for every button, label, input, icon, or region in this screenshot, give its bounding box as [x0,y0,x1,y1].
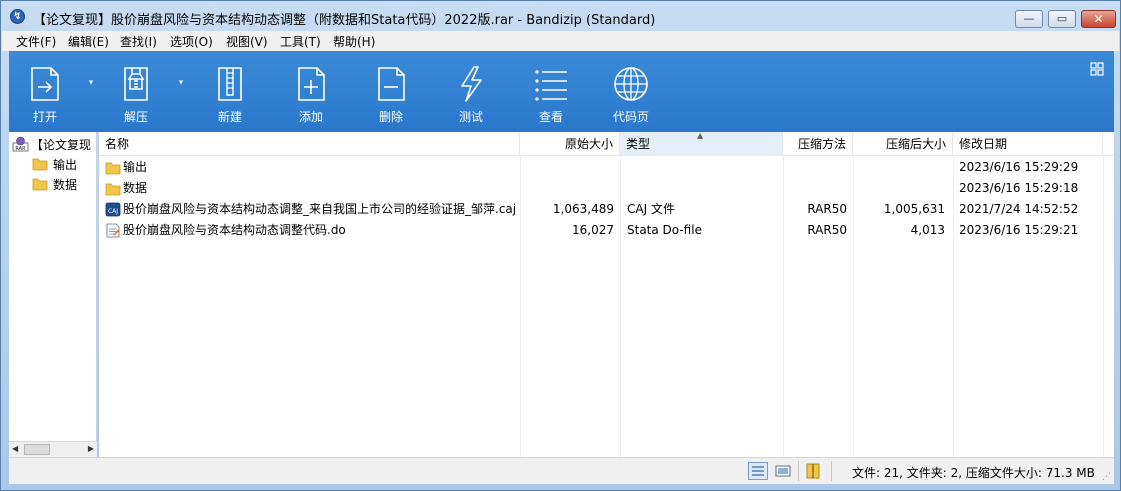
menu-bar: 文件(F) 编辑(E) 查找(I) 选项(O) 视图(V) 工具(T) 帮助(H… [2,31,1119,51]
status-separator [831,461,832,481]
column-compressed-size[interactable]: 压缩后大小 [853,132,953,156]
globe-icon [614,67,648,101]
codepage-label: 代码页 [612,110,649,124]
minimize-icon: — [1023,12,1035,25]
table-row[interactable]: 股价崩盘风险与资本结构动态调整代码.do 16,027 Stata Do-fil… [99,220,1114,241]
new-button[interactable]: 新建 [195,51,265,132]
tree-root-label: 【论文复现 [31,138,92,152]
test-button[interactable]: 测试 [436,51,506,132]
file-packed-size: 4,013 [910,223,945,237]
scroll-left-arrow-icon[interactable]: ◀ [12,444,18,453]
menu-file[interactable]: 文件(F) [16,33,56,50]
folder-icon [105,183,121,196]
tree-horizontal-scrollbar[interactable]: ◀ ▶ [9,441,97,457]
extract-label: 解压 [123,110,148,124]
file-method: RAR50 [807,202,847,216]
file-name: 输出 [123,160,148,174]
scroll-right-arrow-icon[interactable]: ▶ [88,444,94,453]
close-icon: ✕ [1093,12,1104,26]
menu-help[interactable]: 帮助(H) [333,33,375,50]
view-button[interactable]: 查看 [516,51,586,132]
folder-icon [32,178,48,191]
new-label: 新建 [217,110,242,124]
add-button[interactable]: 添加 [276,51,346,132]
title-bar[interactable]: ↯ 【论文复现】股价崩盘风险与资本结构动态调整（附数据和Stata代码）2022… [1,1,1120,31]
layout-grid-icon[interactable] [1090,62,1104,76]
file-date: 2023/6/16 15:29:18 [959,181,1079,195]
rar-archive-icon: RAR [12,136,29,152]
file-date: 2023/6/16 15:29:29 [959,160,1079,174]
menu-options[interactable]: 选项(O) [170,33,213,50]
caj-file-icon: CAJ [105,202,121,217]
table-row[interactable]: CAJ 股价崩盘风险与资本结构动态调整_来自我国上市公司的经验证据_邹萍.caj… [99,199,1114,220]
file-date: 2021/7/24 14:52:52 [959,202,1079,216]
table-row[interactable]: 数据 2023/6/16 15:29:18 [99,178,1114,199]
test-lightning-icon [461,66,482,102]
open-label: 打开 [32,110,57,124]
open-archive-icon [31,67,59,101]
toolbar: 打开 ▾ 解压 ▾ 新建 添加 删除 测试 查看 代码页 [9,51,1114,132]
svg-text:RAR: RAR [15,146,26,152]
column-original-size[interactable]: 原始大小 [520,132,620,156]
menu-tools[interactable]: 工具(T) [280,33,321,50]
bandizip-app-icon[interactable]: ↯ [10,9,25,24]
do-file-icon [106,223,120,238]
file-packed-size: 1,005,631 [883,202,945,216]
add-label: 添加 [298,110,323,124]
delete-label: 删除 [378,110,403,124]
new-archive-icon [218,67,242,101]
extract-zipper-icon [124,67,148,101]
file-original-size: 16,027 [572,223,614,237]
status-summary: 文件: 21, 文件夹: 2, 压缩文件大小: 71.3 MB [852,466,1095,480]
file-original-size: 1,063,489 [552,202,614,216]
file-type: Stata Do-file [627,223,702,237]
column-header-row: 名称 原始大小 类型 ▲ 压缩方法 压缩后大小 修改日期 [99,131,1114,156]
extract-dropdown-chevron-icon[interactable]: ▾ [175,77,187,89]
column-modified-date[interactable]: 修改日期 [953,132,1103,156]
details-view-icon[interactable] [748,462,768,480]
open-dropdown-chevron-icon[interactable]: ▾ [85,77,97,89]
folder-icon [32,158,48,171]
file-name: 数据 [123,181,148,195]
delete-file-icon [378,67,405,101]
minimize-button[interactable]: — [1015,10,1043,28]
maximize-icon: ▭ [1056,12,1068,25]
tree-data-label: 数据 [53,178,78,192]
maximize-button[interactable]: ▭ [1048,10,1076,28]
extract-button[interactable]: 解压 [101,51,171,132]
window-title: 【论文复现】股价崩盘风险与资本结构动态调整（附数据和Stata代码）2022版.… [33,13,656,28]
codepage-button[interactable]: 代码页 [596,51,666,132]
resize-grip-icon[interactable]: ⋰ [1102,472,1112,482]
open-button[interactable]: 打开 [10,51,80,132]
folder-icon [105,162,121,175]
file-name: 股价崩盘风险与资本结构动态调整_来自我国上市公司的经验证据_邹萍.caj [123,202,517,216]
file-date: 2023/6/16 15:29:21 [959,223,1079,237]
svg-text:CAJ: CAJ [108,208,118,215]
sort-ascending-icon: ▲ [697,131,704,140]
status-bar: 文件: 21, 文件夹: 2, 压缩文件大小: 71.3 MB ⋰ [9,457,1114,484]
file-method: RAR50 [807,223,847,237]
menu-edit[interactable]: 编辑(E) [68,33,109,50]
bandizip-window: ↯ 【论文复现】股价崩盘风险与资本结构动态调整（附数据和Stata代码）2022… [0,0,1121,491]
column-compression-method[interactable]: 压缩方法 [783,132,853,156]
close-button[interactable]: ✕ [1081,10,1116,28]
view-list-icon [535,70,567,101]
folder-tree[interactable]: RAR 【论文复现 输出 数据 ◀ ▶ [9,132,97,457]
test-label: 测试 [458,110,483,124]
archive-info-icon[interactable] [803,462,823,480]
thumbnail-view-icon[interactable] [773,462,793,480]
file-list[interactable]: 名称 原始大小 类型 ▲ 压缩方法 压缩后大小 修改日期 输出 2023/6/1… [99,131,1114,457]
file-type: CAJ 文件 [627,202,675,216]
scroll-thumb[interactable] [24,444,50,455]
delete-button[interactable]: 删除 [356,51,426,132]
tree-output-label: 输出 [53,158,78,172]
file-name: 股价崩盘风险与资本结构动态调整代码.do [123,223,346,237]
menu-find[interactable]: 查找(I) [120,33,157,50]
status-separator [798,461,799,481]
menu-view[interactable]: 视图(V) [226,33,268,50]
add-file-icon [298,67,325,101]
column-name[interactable]: 名称 [99,132,520,156]
table-row[interactable]: 输出 2023/6/16 15:29:29 [99,157,1114,178]
view-label: 查看 [538,110,563,124]
